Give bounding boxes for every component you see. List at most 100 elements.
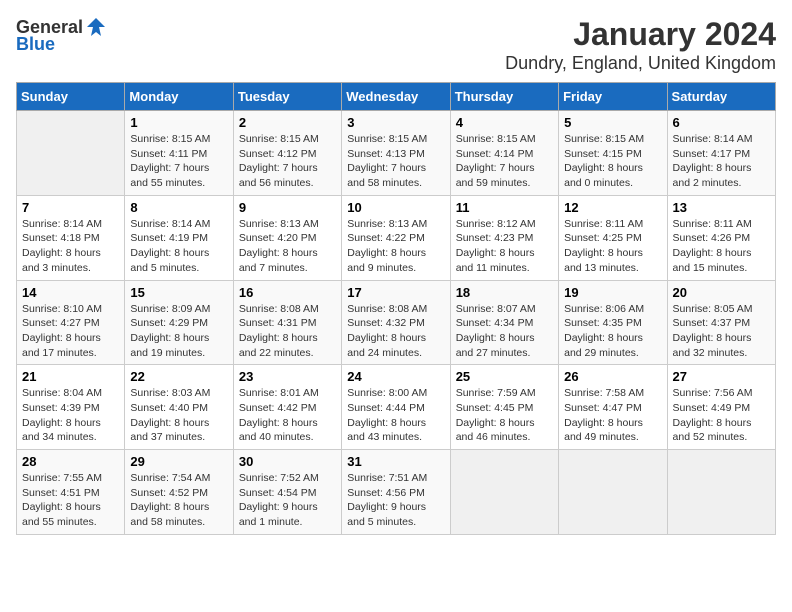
calendar-cell: 30 Sunrise: 7:52 AMSunset: 4:54 PMDaylig… <box>233 450 341 535</box>
day-number: 18 <box>456 285 553 300</box>
day-info: Sunrise: 8:00 AMSunset: 4:44 PMDaylight:… <box>347 386 444 445</box>
header: General Blue January 2024 Dundry, Englan… <box>16 16 776 74</box>
day-number: 27 <box>673 369 770 384</box>
day-info: Sunrise: 8:11 AMSunset: 4:25 PMDaylight:… <box>564 217 661 276</box>
day-info: Sunrise: 8:13 AMSunset: 4:22 PMDaylight:… <box>347 217 444 276</box>
weekday-header-tuesday: Tuesday <box>233 83 341 111</box>
calendar-cell: 17 Sunrise: 8:08 AMSunset: 4:32 PMDaylig… <box>342 280 450 365</box>
day-number: 4 <box>456 115 553 130</box>
calendar-cell: 29 Sunrise: 7:54 AMSunset: 4:52 PMDaylig… <box>125 450 233 535</box>
calendar-cell: 9 Sunrise: 8:13 AMSunset: 4:20 PMDayligh… <box>233 195 341 280</box>
calendar-cell: 23 Sunrise: 8:01 AMSunset: 4:42 PMDaylig… <box>233 365 341 450</box>
calendar-cell <box>559 450 667 535</box>
calendar-week-5: 28 Sunrise: 7:55 AMSunset: 4:51 PMDaylig… <box>17 450 776 535</box>
calendar-cell: 10 Sunrise: 8:13 AMSunset: 4:22 PMDaylig… <box>342 195 450 280</box>
day-info: Sunrise: 8:01 AMSunset: 4:42 PMDaylight:… <box>239 386 336 445</box>
calendar-table: SundayMondayTuesdayWednesdayThursdayFrid… <box>16 82 776 535</box>
day-number: 9 <box>239 200 336 215</box>
calendar-cell: 19 Sunrise: 8:06 AMSunset: 4:35 PMDaylig… <box>559 280 667 365</box>
calendar-cell: 27 Sunrise: 7:56 AMSunset: 4:49 PMDaylig… <box>667 365 775 450</box>
calendar-cell: 21 Sunrise: 8:04 AMSunset: 4:39 PMDaylig… <box>17 365 125 450</box>
page-title: January 2024 <box>505 16 776 53</box>
logo: General Blue <box>16 16 107 55</box>
calendar-cell: 3 Sunrise: 8:15 AMSunset: 4:13 PMDayligh… <box>342 111 450 196</box>
calendar-cell: 14 Sunrise: 8:10 AMSunset: 4:27 PMDaylig… <box>17 280 125 365</box>
page-subtitle: Dundry, England, United Kingdom <box>505 53 776 74</box>
day-number: 3 <box>347 115 444 130</box>
day-info: Sunrise: 8:08 AMSunset: 4:32 PMDaylight:… <box>347 302 444 361</box>
day-info: Sunrise: 8:05 AMSunset: 4:37 PMDaylight:… <box>673 302 770 361</box>
day-number: 2 <box>239 115 336 130</box>
weekday-header-friday: Friday <box>559 83 667 111</box>
day-number: 26 <box>564 369 661 384</box>
calendar-week-4: 21 Sunrise: 8:04 AMSunset: 4:39 PMDaylig… <box>17 365 776 450</box>
day-info: Sunrise: 7:54 AMSunset: 4:52 PMDaylight:… <box>130 471 227 530</box>
day-info: Sunrise: 8:12 AMSunset: 4:23 PMDaylight:… <box>456 217 553 276</box>
day-info: Sunrise: 8:14 AMSunset: 4:17 PMDaylight:… <box>673 132 770 191</box>
logo-icon <box>85 16 107 38</box>
day-info: Sunrise: 8:08 AMSunset: 4:31 PMDaylight:… <box>239 302 336 361</box>
day-number: 10 <box>347 200 444 215</box>
calendar-cell: 1 Sunrise: 8:15 AMSunset: 4:11 PMDayligh… <box>125 111 233 196</box>
calendar-cell: 15 Sunrise: 8:09 AMSunset: 4:29 PMDaylig… <box>125 280 233 365</box>
day-number: 21 <box>22 369 119 384</box>
day-info: Sunrise: 8:11 AMSunset: 4:26 PMDaylight:… <box>673 217 770 276</box>
day-number: 13 <box>673 200 770 215</box>
day-number: 17 <box>347 285 444 300</box>
calendar-cell: 20 Sunrise: 8:05 AMSunset: 4:37 PMDaylig… <box>667 280 775 365</box>
day-number: 14 <box>22 285 119 300</box>
day-info: Sunrise: 8:07 AMSunset: 4:34 PMDaylight:… <box>456 302 553 361</box>
weekday-header-thursday: Thursday <box>450 83 558 111</box>
day-number: 11 <box>456 200 553 215</box>
day-info: Sunrise: 7:59 AMSunset: 4:45 PMDaylight:… <box>456 386 553 445</box>
day-info: Sunrise: 7:55 AMSunset: 4:51 PMDaylight:… <box>22 471 119 530</box>
calendar-cell: 22 Sunrise: 8:03 AMSunset: 4:40 PMDaylig… <box>125 365 233 450</box>
day-number: 29 <box>130 454 227 469</box>
calendar-cell: 18 Sunrise: 8:07 AMSunset: 4:34 PMDaylig… <box>450 280 558 365</box>
calendar-cell: 25 Sunrise: 7:59 AMSunset: 4:45 PMDaylig… <box>450 365 558 450</box>
calendar-week-1: 1 Sunrise: 8:15 AMSunset: 4:11 PMDayligh… <box>17 111 776 196</box>
day-number: 20 <box>673 285 770 300</box>
day-info: Sunrise: 8:04 AMSunset: 4:39 PMDaylight:… <box>22 386 119 445</box>
calendar-cell: 4 Sunrise: 8:15 AMSunset: 4:14 PMDayligh… <box>450 111 558 196</box>
day-info: Sunrise: 8:14 AMSunset: 4:18 PMDaylight:… <box>22 217 119 276</box>
day-number: 6 <box>673 115 770 130</box>
day-number: 7 <box>22 200 119 215</box>
day-info: Sunrise: 8:06 AMSunset: 4:35 PMDaylight:… <box>564 302 661 361</box>
calendar-cell: 13 Sunrise: 8:11 AMSunset: 4:26 PMDaylig… <box>667 195 775 280</box>
title-section: January 2024 Dundry, England, United Kin… <box>505 16 776 74</box>
weekday-header-sunday: Sunday <box>17 83 125 111</box>
weekday-header-monday: Monday <box>125 83 233 111</box>
day-info: Sunrise: 8:15 AMSunset: 4:11 PMDaylight:… <box>130 132 227 191</box>
weekday-header-row: SundayMondayTuesdayWednesdayThursdayFrid… <box>17 83 776 111</box>
calendar-cell <box>667 450 775 535</box>
calendar-cell: 2 Sunrise: 8:15 AMSunset: 4:12 PMDayligh… <box>233 111 341 196</box>
day-number: 28 <box>22 454 119 469</box>
calendar-cell <box>17 111 125 196</box>
day-info: Sunrise: 8:15 AMSunset: 4:13 PMDaylight:… <box>347 132 444 191</box>
day-info: Sunrise: 8:15 AMSunset: 4:12 PMDaylight:… <box>239 132 336 191</box>
day-info: Sunrise: 7:56 AMSunset: 4:49 PMDaylight:… <box>673 386 770 445</box>
calendar-cell: 6 Sunrise: 8:14 AMSunset: 4:17 PMDayligh… <box>667 111 775 196</box>
day-number: 12 <box>564 200 661 215</box>
logo-blue: Blue <box>16 34 55 55</box>
day-number: 23 <box>239 369 336 384</box>
day-info: Sunrise: 8:15 AMSunset: 4:15 PMDaylight:… <box>564 132 661 191</box>
calendar-cell: 28 Sunrise: 7:55 AMSunset: 4:51 PMDaylig… <box>17 450 125 535</box>
calendar-cell: 16 Sunrise: 8:08 AMSunset: 4:31 PMDaylig… <box>233 280 341 365</box>
calendar-cell <box>450 450 558 535</box>
day-info: Sunrise: 8:15 AMSunset: 4:14 PMDaylight:… <box>456 132 553 191</box>
calendar-cell: 8 Sunrise: 8:14 AMSunset: 4:19 PMDayligh… <box>125 195 233 280</box>
calendar-cell: 12 Sunrise: 8:11 AMSunset: 4:25 PMDaylig… <box>559 195 667 280</box>
weekday-header-wednesday: Wednesday <box>342 83 450 111</box>
day-info: Sunrise: 7:51 AMSunset: 4:56 PMDaylight:… <box>347 471 444 530</box>
calendar-cell: 7 Sunrise: 8:14 AMSunset: 4:18 PMDayligh… <box>17 195 125 280</box>
day-info: Sunrise: 8:13 AMSunset: 4:20 PMDaylight:… <box>239 217 336 276</box>
day-info: Sunrise: 8:14 AMSunset: 4:19 PMDaylight:… <box>130 217 227 276</box>
weekday-header-saturday: Saturday <box>667 83 775 111</box>
day-info: Sunrise: 8:09 AMSunset: 4:29 PMDaylight:… <box>130 302 227 361</box>
day-number: 22 <box>130 369 227 384</box>
day-number: 5 <box>564 115 661 130</box>
day-info: Sunrise: 8:03 AMSunset: 4:40 PMDaylight:… <box>130 386 227 445</box>
calendar-cell: 26 Sunrise: 7:58 AMSunset: 4:47 PMDaylig… <box>559 365 667 450</box>
